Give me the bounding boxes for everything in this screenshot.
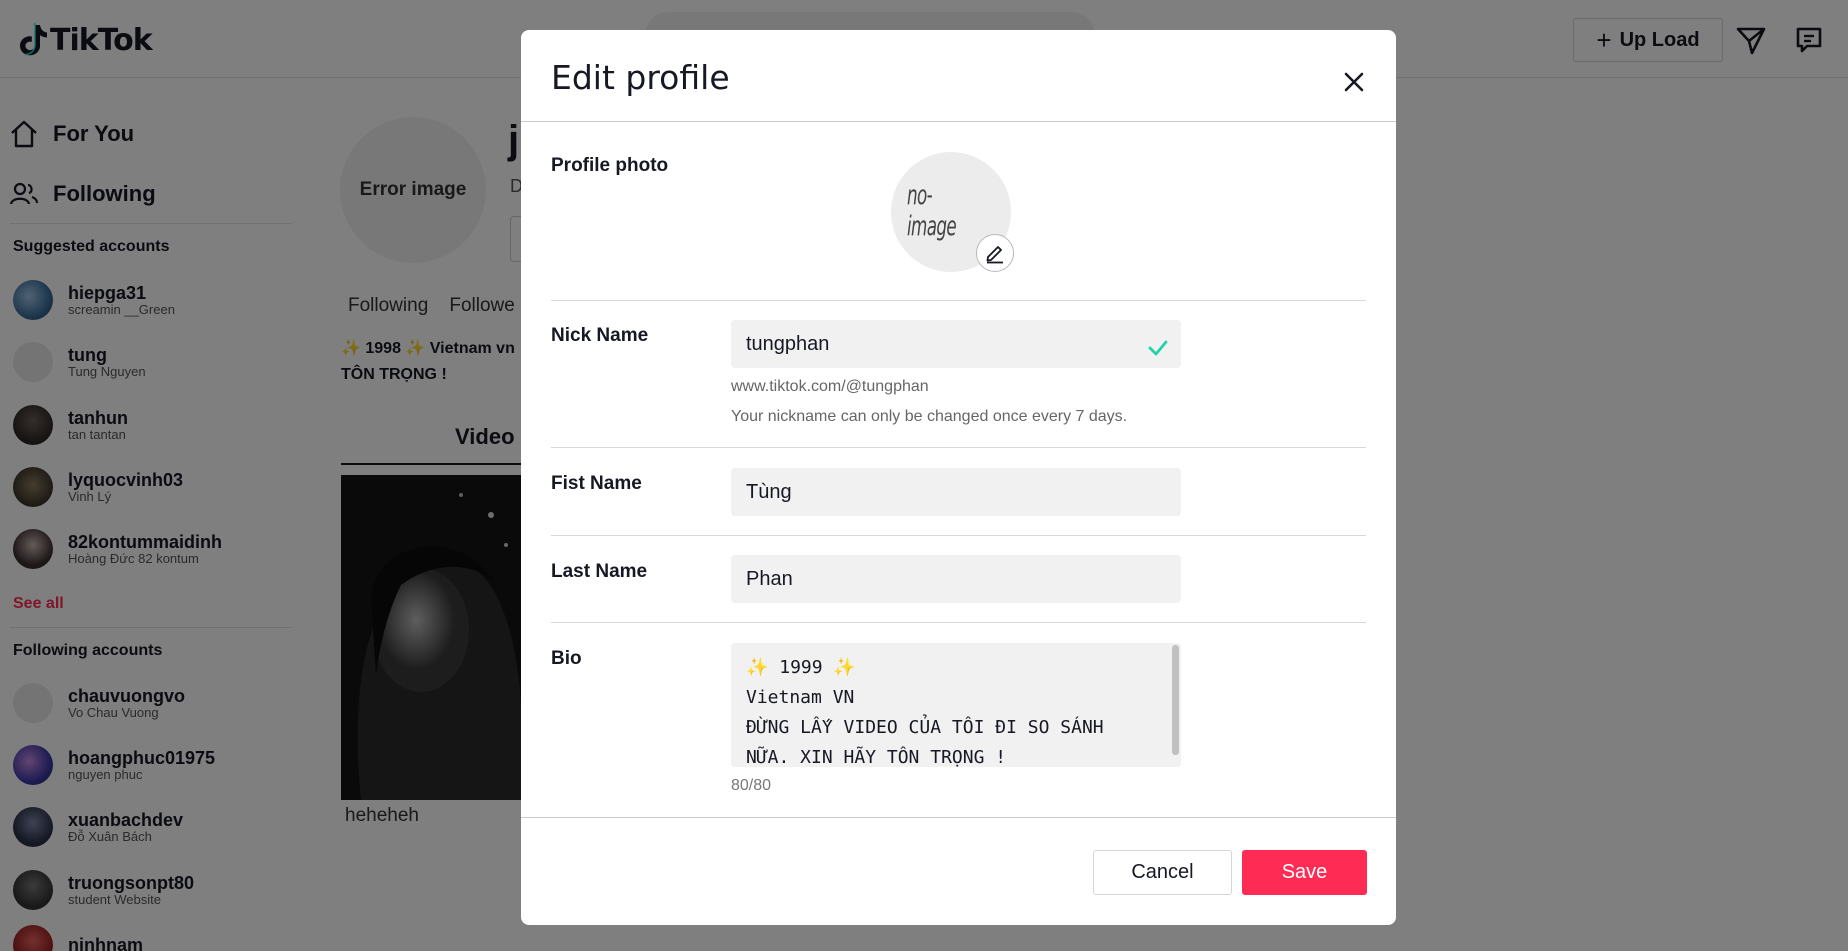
profile-url: www.tiktok.com/@tungphan xyxy=(731,378,929,395)
close-icon[interactable] xyxy=(1338,66,1370,98)
save-button[interactable]: Save xyxy=(1242,850,1367,895)
cancel-button[interactable]: Cancel xyxy=(1093,850,1232,895)
modal-header: Edit profile xyxy=(521,30,1396,122)
pencil-icon xyxy=(986,246,1003,264)
divider xyxy=(551,622,1366,623)
nickname-field[interactable] xyxy=(731,320,1181,368)
modal-title: Edit profile xyxy=(551,58,730,97)
divider xyxy=(551,535,1366,536)
divider xyxy=(521,817,1396,818)
bio-text: ✨ 1999 ✨ Vietnam VN ĐỪNG LẤY VIDEO CỦA T… xyxy=(746,657,1104,767)
bio-textarea[interactable]: ✨ 1999 ✨ Vietnam VN ĐỪNG LẤY VIDEO CỦA T… xyxy=(731,643,1181,767)
check-icon xyxy=(1148,340,1168,356)
profile-photo[interactable]: no-image xyxy=(891,152,1014,272)
edit-profile-modal: Edit profile Profile photo no-image Nick… xyxy=(521,30,1396,925)
bio-label: Bio xyxy=(551,648,582,669)
profile-photo-label: Profile photo xyxy=(551,155,669,176)
divider xyxy=(551,447,1366,448)
nickname-hint: Your nickname can only be changed once e… xyxy=(731,408,1128,425)
first-name-field[interactable] xyxy=(731,468,1181,516)
bio-scrollbar[interactable] xyxy=(1172,645,1179,755)
bio-counter: 80/80 xyxy=(731,777,772,794)
edit-photo-button[interactable] xyxy=(976,234,1014,272)
last-name-field[interactable] xyxy=(731,555,1181,603)
photo-placeholder-text: no-image xyxy=(907,180,957,242)
first-name-label: Fist Name xyxy=(551,473,642,494)
last-name-label: Last Name xyxy=(551,561,648,582)
nickname-label: Nick Name xyxy=(551,325,649,346)
divider xyxy=(551,300,1366,301)
